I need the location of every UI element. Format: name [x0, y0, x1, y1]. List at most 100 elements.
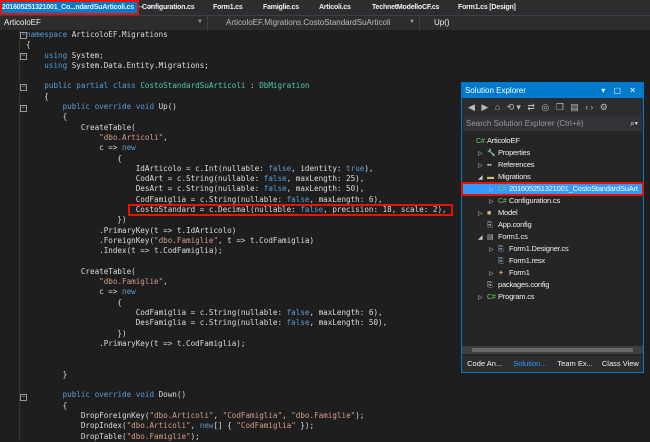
tree-item[interactable]: ◢ ▤ Form1.cs — [462, 231, 643, 243]
scrollbar-thumb[interactable] — [472, 348, 633, 352]
code-token: false — [263, 174, 287, 184]
code-token: }); — [295, 421, 315, 431]
code-token: Up() — [154, 102, 177, 112]
tree-item[interactable]: ⎘ packages.config — [462, 279, 643, 291]
chevron-down-icon: ▼ — [409, 19, 415, 25]
code-token: CreateTable( — [26, 266, 136, 276]
tab-label: Form1.cs — [213, 4, 243, 11]
expand-arrow-icon[interactable]: ▷ — [478, 292, 487, 304]
code-token: "dbo.Famiglie" — [154, 235, 219, 245]
code-token: DropTable( — [26, 431, 127, 441]
code-token: .PrimaryKey(t => t.IdArticolo) — [26, 225, 237, 235]
tab-4[interactable]: Articoli.cs — [316, 0, 354, 15]
code-token: public override void — [62, 390, 155, 400]
code-token: "dbo.Famiglie" — [291, 410, 356, 420]
tree-item[interactable]: ▷ ▪▪ References — [462, 159, 643, 171]
tree-item[interactable]: ▷ 🔧 Properties — [462, 147, 643, 159]
csharp-file-icon: C# — [487, 294, 496, 301]
code-token: } — [26, 369, 68, 379]
tree-item[interactable]: ▷ C# Program.cs — [462, 291, 643, 303]
solution-explorer: Solution Explorer ▾ ▢ ✕ ◀ ▶ ⌂ ⟲▾ ⇄ ◎ ❐ ▤ … — [461, 82, 644, 373]
tab-5[interactable]: TechnetModelloCF.cs — [369, 0, 442, 15]
tab-1[interactable]: Configuration.cs — [139, 0, 197, 15]
code-line: { — [26, 92, 447, 102]
tree-item[interactable]: ⎘ Form1.resx — [462, 255, 643, 267]
tree-item[interactable]: ▷ ⎘ Form1.Designer.cs — [462, 243, 643, 255]
code-token: "CodFamiglia" — [222, 410, 283, 420]
highlight-box — [128, 204, 453, 216]
code-token: false — [286, 194, 310, 204]
code-line: CodArt = c.String(nullable: false, maxLe… — [26, 174, 447, 184]
tab-6[interactable]: Form1.cs [Design] — [455, 0, 519, 15]
code-line: { — [26, 154, 447, 164]
code-token: ArticoloEF.Migrations — [67, 30, 168, 39]
tree-item[interactable]: ◢ ▬ Migrations — [462, 171, 643, 183]
member-dropdown[interactable]: Up() — [420, 16, 650, 30]
code-token: "dbo.Articoli" — [149, 410, 214, 420]
project-dropdown[interactable]: ArticoloEF ▼ — [0, 16, 208, 30]
panel-window-buttons[interactable]: ▾ ▢ ✕ — [601, 83, 639, 98]
code-line: .Index(t => t.CodFamiglia); — [26, 246, 447, 256]
code-token: "CodFamiglia" — [236, 421, 296, 431]
solution-explorer-title: Solution Explorer ▾ ▢ ✕ — [462, 83, 643, 98]
code-token: false — [268, 163, 292, 173]
code-token: .Index(t => t.CodFamiglia); — [26, 246, 223, 256]
tree-item[interactable]: ▷ C# Configuration.cs — [462, 195, 643, 207]
panel-tab[interactable]: Code An... — [462, 356, 507, 372]
code-editor[interactable]: namespace ArticoloEF.Migrations { using S… — [26, 30, 447, 442]
solution-search-input[interactable]: Search Solution Explorer (Ctrl+è) ⌕▾ — [463, 117, 642, 131]
panel-tabs: Code An... Solution... Team Ex... Class Vie… — [462, 356, 643, 372]
search-placeholder: Search Solution Explorer (Ctrl+è) — [466, 119, 584, 128]
tree-item-label: packages.config — [498, 280, 550, 289]
code-line: using System; — [26, 51, 447, 61]
panel-tab[interactable]: Class View — [598, 356, 643, 372]
tree-item[interactable]: ▷ C# 201605251321001_CostoStandardSuArt — [461, 182, 644, 196]
tree-item-label: Form1.Designer.cs — [509, 244, 569, 253]
horizontal-scrollbar[interactable] — [462, 346, 643, 354]
chevron-down-icon: ▼ — [197, 19, 203, 25]
code-line: CodFamiglia = c.String(nullable: false, … — [26, 308, 447, 318]
tree-item-label: ArticoloEF — [487, 136, 520, 145]
code-token: namespace — [26, 30, 68, 39]
code-token: using — [44, 60, 68, 70]
code-line: .PrimaryKey(t => t.CodFamiglia); — [26, 339, 447, 349]
panel-tab[interactable]: Solution... — [507, 356, 552, 372]
code-line: { — [26, 112, 447, 122]
code-line: .PrimaryKey(t => t.IdArticolo) — [26, 226, 447, 236]
panel-tab[interactable]: Team Ex... — [553, 356, 598, 372]
code-token: DropIndex( — [26, 421, 127, 431]
tree-item[interactable]: ▷ ✦ Form1 — [462, 267, 643, 279]
tree-item[interactable]: ▷ ■ Model — [462, 207, 643, 219]
tab-2[interactable]: Form1.cs — [210, 0, 246, 15]
editor-gutter — [0, 30, 20, 441]
tree-item-label: Configuration.cs — [509, 196, 560, 205]
tree-item[interactable]: ⎘ App.config — [462, 219, 643, 231]
code-token: DesArt = c.String(nullable: — [26, 184, 264, 194]
code-line: public override void Up() — [26, 102, 447, 112]
code-token: , — [190, 421, 200, 431]
code-line: }) — [26, 215, 447, 225]
code-token: , — [282, 410, 292, 420]
code-token: : — [245, 81, 260, 91]
code-token: , maxLength: 50), — [309, 318, 388, 328]
code-line: public partial class CostoStandardSuArti… — [26, 81, 447, 91]
solution-explorer-toolbar[interactable]: ◀ ▶ ⌂ ⟲▾ ⇄ ◎ ❐ ▤ ‹› ⚙ — [462, 98, 643, 117]
tab-3[interactable]: Famiglie.cs — [260, 0, 302, 15]
code-token: , — [213, 410, 223, 420]
code-token: CodFamiglia = c.String(nullable: — [26, 194, 287, 204]
code-token: , maxLength: 25), — [286, 174, 365, 184]
type-dropdown[interactable]: ArticoloEF.Migrations.CostoStandardSuArt… — [208, 16, 420, 30]
tab-0[interactable]: 201605251321001_Co...ndardSuArticoli.cs ⊸… — [0, 0, 153, 15]
tree-item[interactable]: C# ArticoloEF — [462, 135, 643, 147]
search-icon[interactable]: ⌕▾ — [630, 117, 638, 131]
tab-label: Articoli.cs — [319, 4, 351, 11]
code-token: CostoStandardSuArticoli — [140, 81, 246, 91]
code-token: c => — [26, 287, 123, 297]
code-token: System; — [67, 50, 104, 60]
